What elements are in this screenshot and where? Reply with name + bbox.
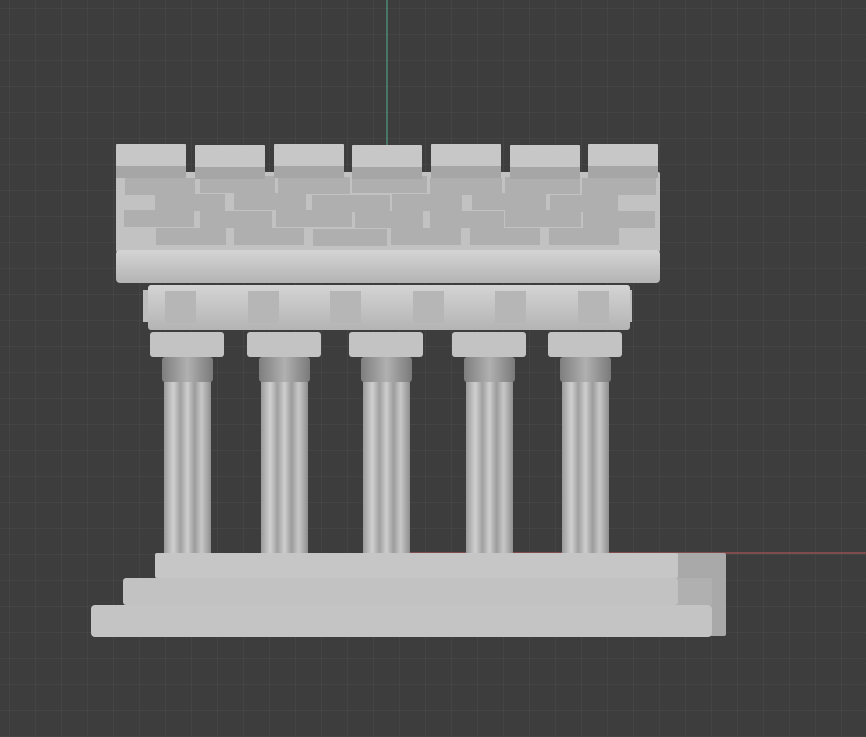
brick: [392, 194, 462, 211]
brick: [583, 211, 655, 228]
brick: [313, 229, 387, 246]
metope: [413, 291, 444, 323]
top-block-shadow: [510, 167, 580, 179]
brick: [276, 210, 352, 227]
column-shaft: [363, 382, 410, 553]
brick: [472, 193, 546, 210]
step-bottom: [91, 605, 712, 637]
column-capital: [247, 332, 321, 357]
column-echinus: [361, 357, 412, 382]
step-right-face: [678, 578, 712, 605]
brick: [355, 211, 423, 228]
brick: [430, 211, 504, 228]
metope: [495, 291, 526, 323]
top-block-shadow: [195, 167, 265, 179]
brick: [278, 177, 350, 194]
column-shaft: [261, 382, 308, 553]
metope: [578, 291, 609, 323]
step-middle: [123, 578, 678, 605]
metope: [330, 291, 361, 323]
brick: [156, 228, 226, 245]
brick: [505, 210, 581, 227]
brick: [234, 228, 304, 245]
brick: [200, 211, 272, 228]
column-echinus: [259, 357, 310, 382]
brick: [470, 228, 540, 245]
metope: [165, 291, 196, 323]
architrave: [148, 285, 630, 330]
top-block-shadow: [431, 166, 501, 178]
column-echinus: [162, 357, 213, 382]
brick: [391, 228, 461, 245]
column-capital: [349, 332, 423, 357]
brick: [125, 178, 195, 195]
column-capital: [150, 332, 224, 357]
brick: [155, 194, 225, 211]
brick: [550, 195, 618, 212]
cornice: [116, 250, 660, 283]
brick: [312, 195, 390, 212]
column-shaft: [466, 382, 513, 553]
3d-viewport[interactable]: [0, 0, 866, 737]
column-capital: [452, 332, 526, 357]
brick: [430, 178, 502, 195]
step-top: [155, 553, 678, 578]
brick: [549, 228, 619, 245]
column-shaft: [164, 382, 211, 553]
column-shaft: [562, 382, 609, 553]
brick: [505, 177, 580, 194]
top-block-shadow: [352, 167, 422, 179]
column-echinus: [560, 357, 611, 382]
metope: [248, 291, 279, 323]
top-block-shadow: [116, 166, 186, 178]
top-block-shadow: [588, 166, 658, 178]
column-capital: [548, 332, 622, 357]
top-block-shadow: [274, 166, 344, 178]
brick: [124, 210, 194, 227]
brick: [234, 193, 306, 210]
brick: [582, 178, 656, 195]
column-echinus: [464, 357, 515, 382]
